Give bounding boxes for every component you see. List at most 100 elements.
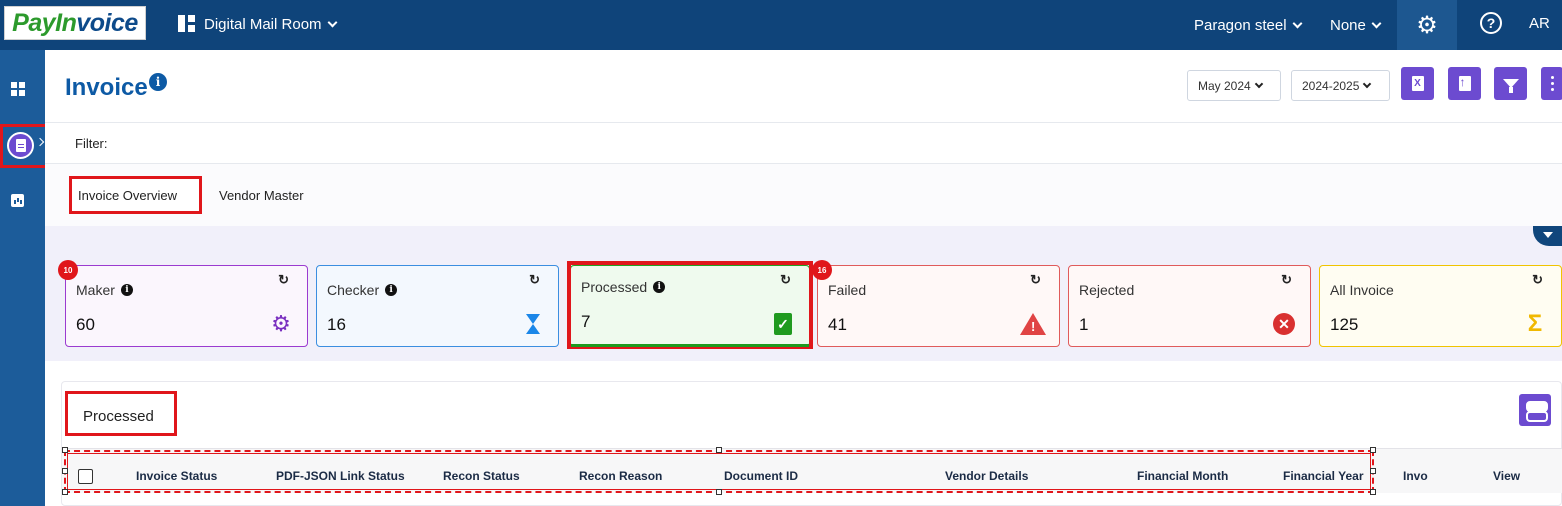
card-label: Checker: [327, 282, 380, 298]
processed-card-highlight: [567, 261, 813, 349]
section-title: Processed: [83, 408, 154, 425]
column-header-document-id[interactable]: Document ID: [724, 469, 798, 483]
refresh-icon[interactable]: ↻: [529, 272, 540, 288]
card-label: All Invoice: [1330, 282, 1394, 298]
column-header-financial-year[interactable]: Financial Year: [1283, 469, 1364, 483]
tab-invoice-overview[interactable]: Invoice Overview: [78, 188, 177, 203]
app-switcher-label: Digital Mail Room: [204, 15, 322, 33]
filter-label: Filter:: [75, 136, 108, 151]
table-header: Invoice Status PDF-JSON Link Status Reco…: [62, 447, 1562, 495]
x-circle-icon: ✕: [1272, 312, 1296, 336]
card-value: 125: [1330, 315, 1359, 334]
filter-button[interactable]: [1494, 67, 1527, 100]
resize-handle[interactable]: [1370, 447, 1376, 453]
user-menu[interactable]: AR: [1529, 15, 1550, 32]
column-header-invoice[interactable]: Invo: [1403, 469, 1428, 483]
upload-file-icon: [1458, 75, 1471, 91]
column-header-vendor-details[interactable]: Vendor Details: [945, 469, 1028, 483]
card-label: Failed: [828, 282, 867, 298]
refresh-icon[interactable]: ↻: [278, 272, 289, 288]
column-header-pdf-json-link-status[interactable]: PDF-JSON Link Status: [276, 469, 405, 483]
info-icon[interactable]: i: [120, 284, 133, 296]
card-value: 41: [828, 315, 847, 334]
chevron-down-icon: [1371, 18, 1382, 28]
resize-handle[interactable]: [1370, 468, 1376, 474]
column-header-invoice-status[interactable]: Invoice Status: [136, 469, 217, 483]
company-selector-label: Paragon steel: [1194, 16, 1287, 34]
brand-logo[interactable]: PayIn v oice: [4, 6, 146, 40]
dashboard-icon[interactable]: [11, 82, 25, 96]
left-sidebar: [0, 50, 48, 506]
collapse-toggle-button[interactable]: [1533, 226, 1562, 246]
chevron-down-icon: [327, 17, 337, 27]
chevron-right-icon: [35, 137, 45, 147]
tabs-bar: Invoice Overview Vendor Master: [45, 164, 1562, 226]
company-selector[interactable]: Paragon steel: [1194, 0, 1303, 50]
column-header-recon-reason[interactable]: Recon Reason: [579, 469, 662, 483]
column-header-view[interactable]: View: [1493, 469, 1520, 483]
resize-handle[interactable]: [1370, 489, 1376, 495]
apps-grid-icon: [178, 15, 196, 33]
logo-text-part1: PayIn: [12, 8, 77, 37]
card-value: 16: [327, 315, 346, 334]
processed-card-underline: [571, 344, 809, 347]
more-vertical-icon: [1550, 76, 1554, 91]
column-header-financial-month[interactable]: Financial Month: [1137, 469, 1228, 483]
scope-selector[interactable]: None: [1330, 0, 1382, 50]
chevron-down-icon: [1254, 79, 1263, 88]
financial-year-select[interactable]: 2024-2025: [1291, 70, 1390, 101]
help-icon: ?: [1486, 15, 1496, 31]
warning-icon: [1020, 312, 1046, 336]
settings-button[interactable]: ⚙: [1397, 0, 1457, 50]
refresh-icon[interactable]: ↻: [1532, 272, 1543, 288]
info-icon[interactable]: i: [385, 284, 398, 296]
page-title: Invoice: [65, 74, 148, 101]
chevron-down-icon: [1292, 18, 1303, 28]
status-card-maker[interactable]: ↻ Maker i 60 ⚙: [65, 265, 308, 347]
top-bar: PayIn v oice Digital Mail Room Paragon ste…: [0, 0, 1562, 50]
tab-vendor-master[interactable]: Vendor Master: [219, 188, 304, 203]
resize-handle[interactable]: [716, 447, 722, 453]
status-card-failed[interactable]: ↻ Failed 41: [817, 265, 1060, 347]
resize-handle[interactable]: [716, 489, 722, 495]
refresh-icon[interactable]: ↻: [1030, 272, 1041, 288]
sigma-icon: Σ: [1527, 310, 1543, 337]
upload-button[interactable]: [1448, 67, 1481, 100]
main-content: Invoice i May 2024 2024-2025 X Filter: I…: [45, 50, 1562, 506]
export-excel-button[interactable]: X: [1401, 67, 1434, 100]
gear-icon: ⚙: [1416, 11, 1438, 39]
column-header-recon-status[interactable]: Recon Status: [443, 469, 520, 483]
refresh-icon[interactable]: ↻: [1281, 272, 1292, 288]
card-value: 1: [1079, 315, 1089, 334]
resize-handle[interactable]: [62, 489, 68, 495]
sidebar-item-invoice[interactable]: [0, 124, 48, 168]
info-icon[interactable]: i: [149, 73, 167, 91]
month-select-value: May 2024: [1198, 78, 1251, 93]
filter-icon: [1502, 79, 1519, 93]
status-cards-area: 10 ↻ Maker i 60 ⚙ ↻ Checker i 16 ↻ Process…: [45, 226, 1562, 361]
gear-icon: ⚙: [271, 311, 291, 336]
scope-selector-label: None: [1330, 16, 1366, 34]
help-button[interactable]: ?: [1480, 12, 1502, 34]
card-label: Maker: [76, 282, 115, 298]
maker-count-badge: 10: [58, 260, 78, 280]
column-toggle-button[interactable]: [1519, 394, 1551, 426]
resize-handle[interactable]: [62, 468, 68, 474]
select-all-checkbox[interactable]: [78, 469, 93, 484]
financial-year-select-value: 2024-2025: [1302, 78, 1360, 93]
status-card-all-invoice[interactable]: ↻ All Invoice 125 Σ: [1319, 265, 1562, 347]
card-label: Rejected: [1079, 282, 1135, 298]
filter-bar: Filter:: [45, 122, 1562, 164]
reports-chart-icon[interactable]: [11, 194, 24, 207]
month-select[interactable]: May 2024: [1187, 70, 1281, 101]
app-switcher-menu[interactable]: Digital Mail Room: [178, 12, 337, 36]
status-card-checker[interactable]: ↻ Checker i 16: [316, 265, 559, 347]
hourglass-icon: [520, 312, 544, 336]
status-card-rejected[interactable]: ↻ Rejected 1 ✕: [1068, 265, 1311, 347]
more-options-button[interactable]: [1541, 67, 1562, 100]
processed-count-badge: 16: [812, 260, 832, 280]
resize-handle[interactable]: [62, 447, 68, 453]
excel-file-icon: X: [1411, 76, 1424, 91]
document-icon: [7, 132, 34, 159]
processed-section: Processed Invoice Status PDF-JSON Link S…: [61, 381, 1562, 506]
